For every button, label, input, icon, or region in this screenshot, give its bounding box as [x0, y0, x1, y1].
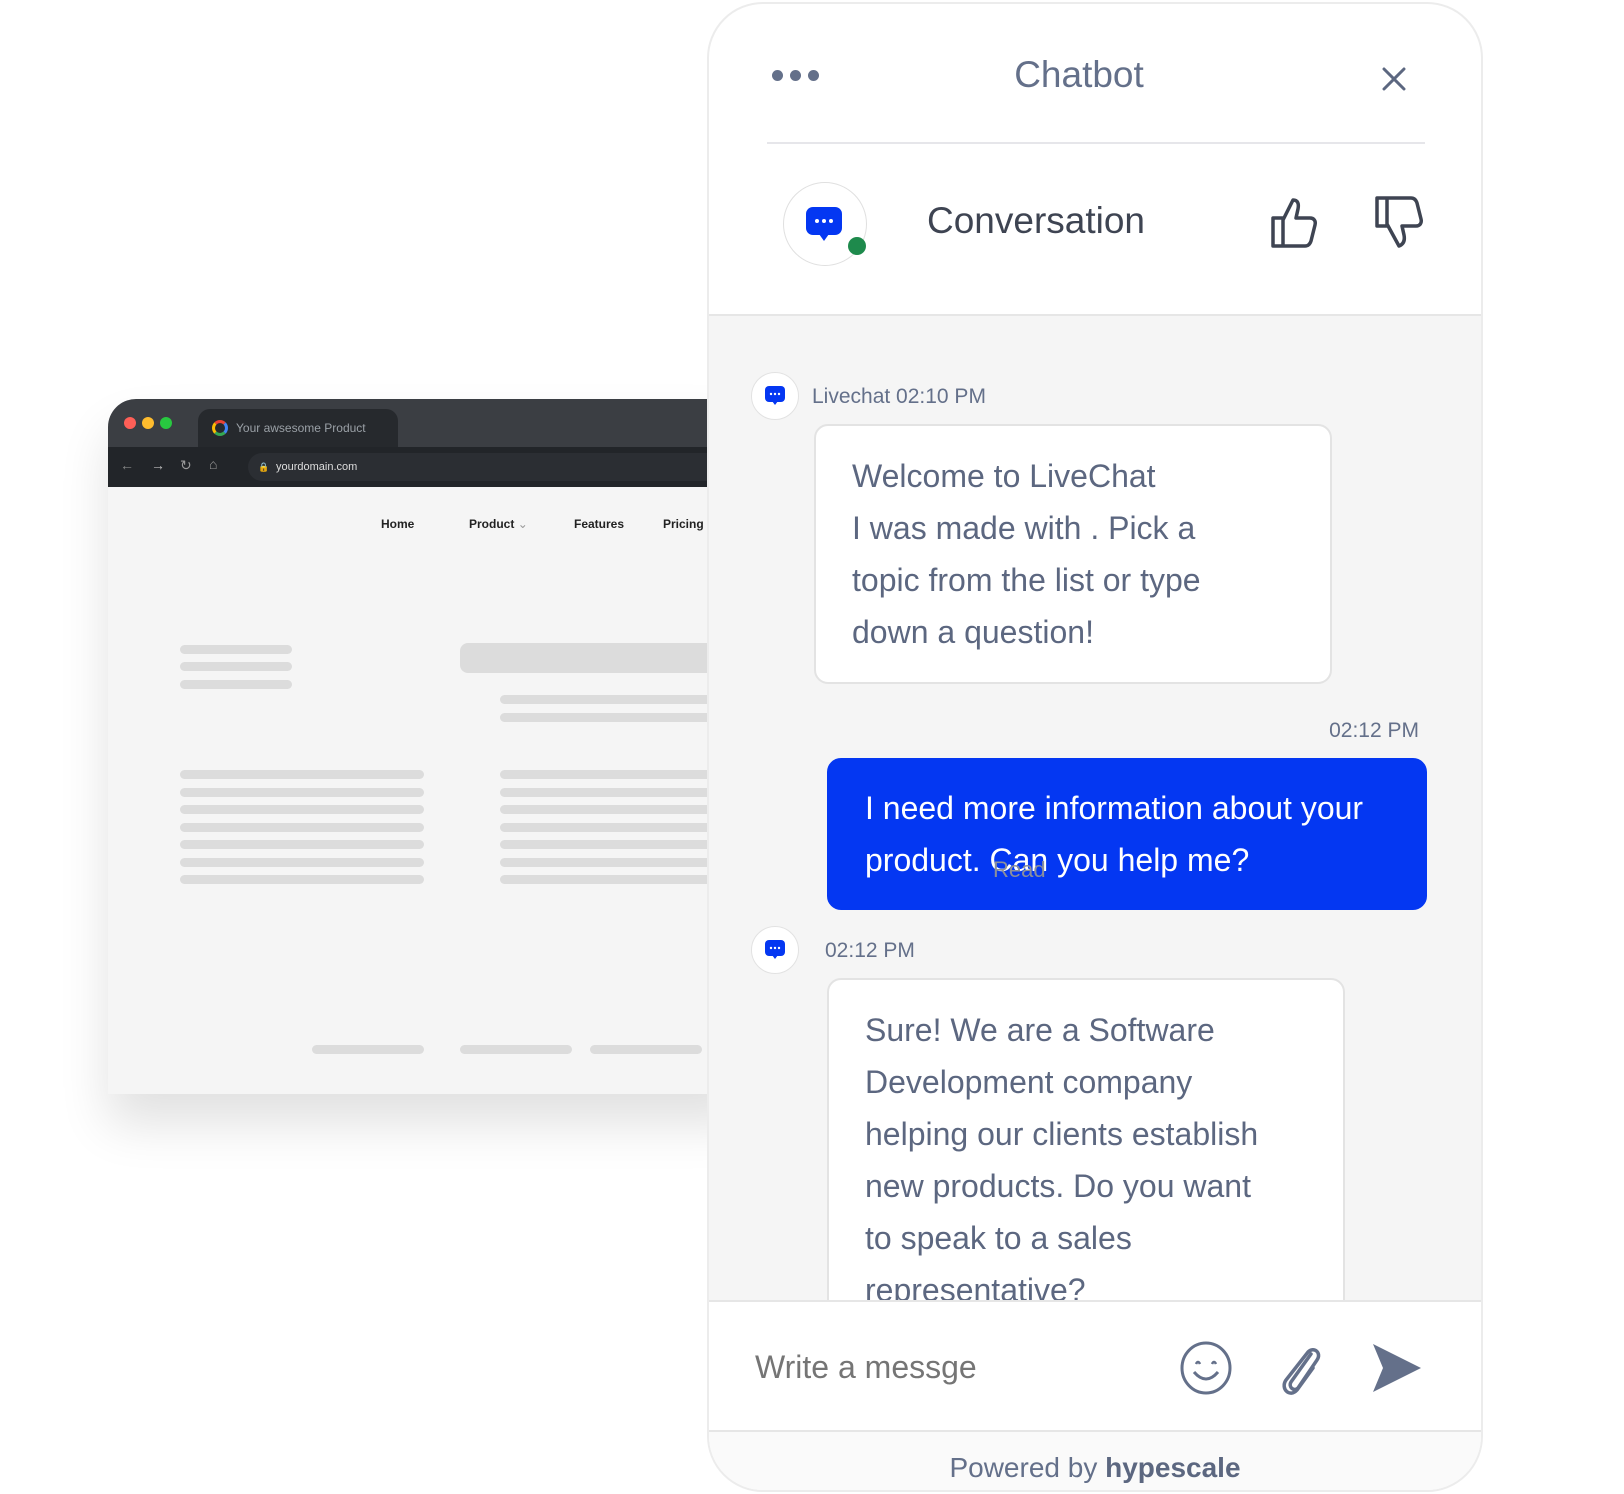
skeleton-bar: [180, 662, 292, 671]
nav-product-label: Product: [469, 517, 515, 531]
browser-tab-bar: Your awsesome Product: [108, 399, 748, 447]
browser-toolbar: ← → ↻ ⌂ 🔒 yourdomain.com: [108, 447, 748, 487]
message-input[interactable]: [755, 1342, 1135, 1392]
google-logo-icon: [212, 420, 228, 436]
browser-tab[interactable]: Your awsesome Product: [198, 409, 398, 447]
nav-home[interactable]: Home: [381, 517, 414, 531]
footer: Powered by hypescale: [709, 1430, 1481, 1490]
chat-bubble-icon: [765, 386, 785, 405]
tab-title: Your awsesome Product: [236, 421, 366, 435]
message-list[interactable]: Livechat 02:10 PM Welcome to LiveChat I …: [709, 314, 1481, 1398]
minimize-dot-icon[interactable]: [142, 417, 154, 429]
skeleton-bar: [180, 770, 424, 779]
skeleton-bar: [460, 643, 748, 673]
maximize-dot-icon[interactable]: [160, 417, 172, 429]
message-line: I need more information about your: [865, 790, 1364, 826]
message-line: Development company: [865, 1064, 1193, 1100]
paperclip-icon[interactable]: [1277, 1342, 1325, 1396]
skeleton-bar: [180, 840, 424, 849]
chat-bubble-icon: [765, 940, 785, 959]
close-dot-icon[interactable]: [124, 417, 136, 429]
browser-mockup: Your awsesome Product ← → ↻ ⌂ 🔒 yourdomai…: [108, 399, 748, 1094]
conversation-title: Conversation: [927, 200, 1146, 241]
chat-widget: Chatbot Conversation Livechat 02:10 PM W…: [707, 2, 1483, 1492]
thumbs-down-icon[interactable]: [1373, 196, 1427, 250]
skeleton-bar: [180, 822, 424, 832]
header-divider: [767, 142, 1425, 144]
message-line: I was made with . Pick a: [852, 510, 1196, 546]
skeleton-bar: [460, 1045, 572, 1054]
skeleton-bar: [590, 1045, 702, 1054]
skeleton-bar: [180, 805, 424, 814]
message-meta: Livechat 02:10 PM: [812, 385, 986, 408]
skeleton-bar: [180, 857, 424, 867]
message-line: topic from the list or type: [852, 562, 1201, 598]
forward-icon[interactable]: →: [151, 457, 165, 473]
home-icon[interactable]: ⌂: [209, 456, 217, 472]
send-icon[interactable]: [1371, 1342, 1423, 1394]
lock-icon: 🔒: [258, 461, 270, 472]
bot-message: Welcome to LiveChat I was made with . Pi…: [814, 424, 1332, 684]
skeleton-bar: [180, 875, 424, 884]
message-line: Sure! We are a Software: [865, 1012, 1215, 1048]
brand-name[interactable]: hypescale: [1105, 1452, 1240, 1483]
bot-avatar: [783, 182, 867, 266]
powered-by-label: Powered by: [949, 1452, 1098, 1483]
back-icon[interactable]: ←: [120, 457, 134, 473]
thumbs-up-icon[interactable]: [1269, 196, 1323, 250]
composer: [709, 1300, 1481, 1430]
bot-avatar-small: [751, 372, 799, 420]
message-line: down a question!: [852, 614, 1094, 650]
message-line: Welcome to LiveChat: [852, 458, 1156, 494]
message-line: new products. Do you want: [865, 1168, 1251, 1204]
emoji-icon[interactable]: [1179, 1340, 1233, 1396]
message-line: to speak to a sales: [865, 1220, 1132, 1256]
online-status-dot: [848, 237, 866, 255]
nav-product[interactable]: Product ⌄: [469, 517, 528, 531]
read-status: Read: [993, 857, 1046, 882]
skeleton-bar: [312, 1045, 424, 1054]
skeleton-bar: [180, 680, 292, 689]
message-meta: 02:12 PM: [825, 939, 915, 962]
close-icon[interactable]: [1381, 66, 1407, 92]
message-line: helping our clients establish: [865, 1116, 1259, 1152]
nav-features[interactable]: Features: [574, 517, 624, 531]
bot-avatar-small: [751, 926, 799, 974]
skeleton-bar: [180, 787, 424, 797]
widget-title: Chatbot: [1014, 54, 1144, 95]
chevron-down-icon: ⌄: [517, 517, 528, 531]
reload-icon[interactable]: ↻: [180, 457, 192, 474]
chat-bubble-icon: [806, 207, 842, 241]
user-message: I need more information about your produ…: [827, 758, 1427, 910]
address-bar[interactable]: 🔒 yourdomain.com: [248, 453, 748, 481]
message-line: product. Can you help me?: [865, 842, 1250, 878]
url-text: yourdomain.com: [276, 461, 358, 473]
message-meta: 02:12 PM: [1329, 719, 1419, 742]
nav-pricing[interactable]: Pricing: [663, 517, 704, 531]
skeleton-bar: [180, 645, 292, 654]
